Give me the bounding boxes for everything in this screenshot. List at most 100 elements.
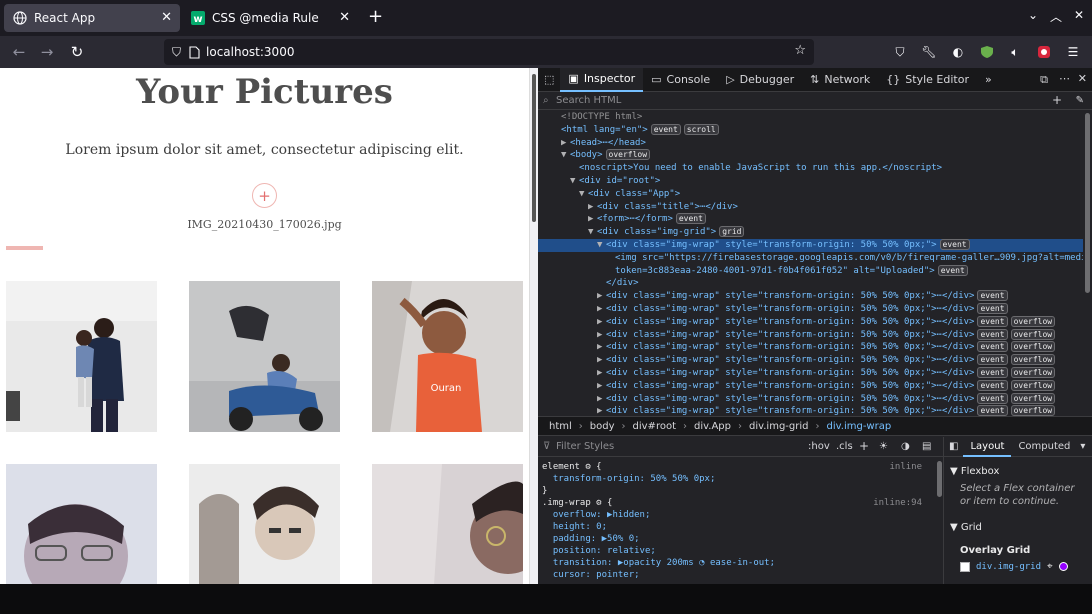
overlay-grid-item[interactable]: div.img-grid ⌖ [960, 561, 1068, 572]
chevron-down-icon[interactable]: ▾ [1077, 437, 1088, 457]
html-search-input[interactable]: ⌕ Search HTML + ✎ [538, 92, 1092, 110]
markup-node[interactable]: ▼ <div class="img-wrap" style="transform-… [538, 239, 1083, 252]
grid-color-swatch[interactable] [1058, 562, 1068, 571]
add-rule-button[interactable]: + [859, 437, 869, 456]
markup-badge[interactable]: event [977, 328, 1008, 340]
list-tabs-icon[interactable]: ⌄ [1028, 8, 1038, 22]
rules-scrollbar[interactable] [937, 461, 942, 497]
markup-badge[interactable]: event [977, 354, 1008, 366]
gallery-image[interactable] [189, 464, 340, 584]
more-tabs-icon[interactable]: » [977, 68, 1000, 92]
markup-badge[interactable]: overflow [1010, 405, 1056, 416]
markup-badge[interactable]: event [939, 239, 970, 250]
markup-badge[interactable]: event [977, 367, 1008, 378]
addon-icon[interactable] [1036, 44, 1052, 60]
extension-icon[interactable]: ◐ [950, 44, 966, 60]
markup-node[interactable]: ▶ <form>⋯</form> event [538, 213, 1083, 226]
light-mode-icon[interactable]: ☀ [879, 437, 888, 456]
page-scrollbar-thumb[interactable] [532, 74, 536, 222]
css-rule-line[interactable]: transform-origin: 50% 50% 0px; [542, 473, 716, 485]
markup-node[interactable]: ▶ <div class="img-wrap" style="transform-… [538, 290, 1083, 303]
collapse-arrow-icon[interactable]: ▶ [561, 137, 570, 150]
markup-badge[interactable]: event [977, 392, 1008, 404]
collapse-arrow-icon[interactable]: ▶ [597, 367, 606, 380]
tab-css-media-rule[interactable]: w CSS @media Rule ✕ [182, 4, 358, 32]
forward-button[interactable]: → [37, 42, 57, 62]
css-rules[interactable]: element ⚙ {inline transform-origin: 50% … [538, 457, 936, 584]
breadcrumb-item[interactable]: html [546, 421, 575, 432]
markup-badge[interactable]: overflow [1010, 315, 1056, 327]
markup-node[interactable]: </div> [538, 277, 1083, 290]
markup-node[interactable]: <noscript>You need to enable JavaScript … [538, 162, 1083, 175]
collapse-arrow-icon[interactable]: ▶ [588, 201, 597, 214]
css-rule-line[interactable]: element ⚙ { [542, 461, 602, 473]
collapse-arrow-icon[interactable]: ▶ [597, 354, 606, 367]
pocket-icon[interactable]: ⛉ [892, 44, 908, 60]
class-toggle[interactable]: .cls [836, 437, 853, 456]
markup-tree[interactable]: <!DOCTYPE html> <html lang="en"> event scro… [538, 111, 1083, 416]
markup-badge[interactable]: event [937, 264, 968, 276]
markup-node[interactable]: ▶ <div class="img-wrap" style="transform-… [538, 379, 1083, 393]
markup-badge[interactable]: event [977, 315, 1008, 327]
filter-styles-input[interactable]: ⊽ Filter Styles :hov .cls + ☀ ◑ ▤ [538, 437, 944, 457]
print-icon[interactable]: ▤ [922, 437, 931, 456]
collapse-arrow-icon[interactable]: ▶ [588, 213, 597, 226]
reload-button[interactable]: ↻ [67, 42, 87, 62]
markup-badge[interactable]: event [977, 405, 1008, 416]
markup-scrollbar[interactable] [1083, 111, 1092, 416]
upload-button[interactable]: + [252, 183, 277, 208]
css-rule-line[interactable]: padding: ▶50% 0; [542, 533, 640, 545]
markup-node[interactable]: ▶ <div class="img-wrap" style="transform-… [538, 405, 1083, 416]
markup-badge[interactable]: overflow [1010, 392, 1056, 404]
target-icon[interactable]: ⌖ [1047, 561, 1053, 572]
close-tab-icon[interactable]: ✕ [339, 10, 350, 25]
close-devtools-icon[interactable]: ✕ [1078, 72, 1087, 85]
markup-badge[interactable]: scroll [683, 123, 719, 135]
markup-node[interactable]: ▶ <div class="img-wrap" style="transform-… [538, 341, 1083, 354]
tab-network[interactable]: ⇅ Network [802, 68, 878, 92]
markup-node[interactable]: ▶ <div class="img-wrap" style="transform-… [538, 315, 1083, 329]
breadcrumb-item[interactable]: body [587, 421, 618, 432]
markup-badge[interactable]: overflow [605, 149, 651, 161]
gallery-image[interactable] [372, 464, 523, 584]
css-rule-line[interactable]: position: relative; [542, 545, 656, 557]
markup-badge[interactable]: event [977, 341, 1008, 353]
url-text[interactable]: localhost:3000 [206, 45, 294, 59]
markup-badge[interactable]: event [675, 213, 706, 225]
collapse-arrow-icon[interactable]: ▶ [597, 405, 606, 416]
tab-computed[interactable]: Computed [1011, 437, 1077, 457]
expand-arrow-icon[interactable]: ▼ [579, 188, 588, 201]
collapse-arrow-icon[interactable]: ▶ [597, 380, 606, 393]
page-scrollbar[interactable] [529, 68, 538, 584]
css-rule-line[interactable]: transition: ▶opacity 200ms ◔ ease-in-out… [542, 557, 775, 569]
markup-node[interactable]: ▼ <div id="root"> [538, 175, 1083, 188]
markup-node[interactable]: ▼ <body> overflow [538, 149, 1083, 162]
css-rule-line[interactable]: cursor: pointer; [542, 569, 640, 581]
collapse-arrow-icon[interactable]: ▶ [597, 329, 606, 342]
expand-arrow-icon[interactable]: ▼ [588, 226, 597, 239]
speaker-icon[interactable]: 🔈︎ [1007, 44, 1023, 60]
hover-toggle[interactable]: :hov [808, 437, 830, 456]
markup-node[interactable]: <!DOCTYPE html> [538, 111, 1083, 124]
markup-badge[interactable]: overflow [1010, 341, 1056, 353]
breadcrumb-item[interactable]: div.img-wrap [824, 421, 895, 432]
markup-node[interactable]: ▼ <div class="img-grid"> grid [538, 226, 1083, 239]
wrench-icon[interactable]: 🔧︎ [921, 44, 937, 60]
breadcrumb-item[interactable]: div.img-grid [746, 421, 812, 432]
close-window-icon[interactable]: ✕ [1074, 8, 1084, 22]
collapse-arrow-icon[interactable]: ▶ [597, 303, 606, 316]
breadcrumb-item[interactable]: div.App [691, 421, 734, 432]
markup-badge[interactable]: event [977, 379, 1008, 391]
flexbox-section[interactable]: ▼ Flexbox [950, 466, 999, 477]
grid-section[interactable]: ▼ Grid [950, 522, 982, 533]
url-bar[interactable]: ⛉ localhost:3000 ☆ [164, 39, 814, 65]
dark-mode-icon[interactable]: ◑ [901, 437, 910, 456]
tab-react-app[interactable]: React App ✕ [4, 4, 180, 32]
markup-node[interactable]: ▶ <div class="img-wrap" style="transform-… [538, 367, 1083, 380]
markup-node[interactable]: ▶ <head>⋯</head> [538, 137, 1083, 150]
eyedropper-icon[interactable]: ✎ [1076, 92, 1084, 109]
markup-badge[interactable]: grid [719, 226, 745, 238]
markup-scrollbar-thumb[interactable] [1085, 113, 1090, 293]
collapse-arrow-icon[interactable]: ▶ [597, 341, 606, 354]
breadcrumb-item[interactable]: div#root [630, 421, 679, 432]
